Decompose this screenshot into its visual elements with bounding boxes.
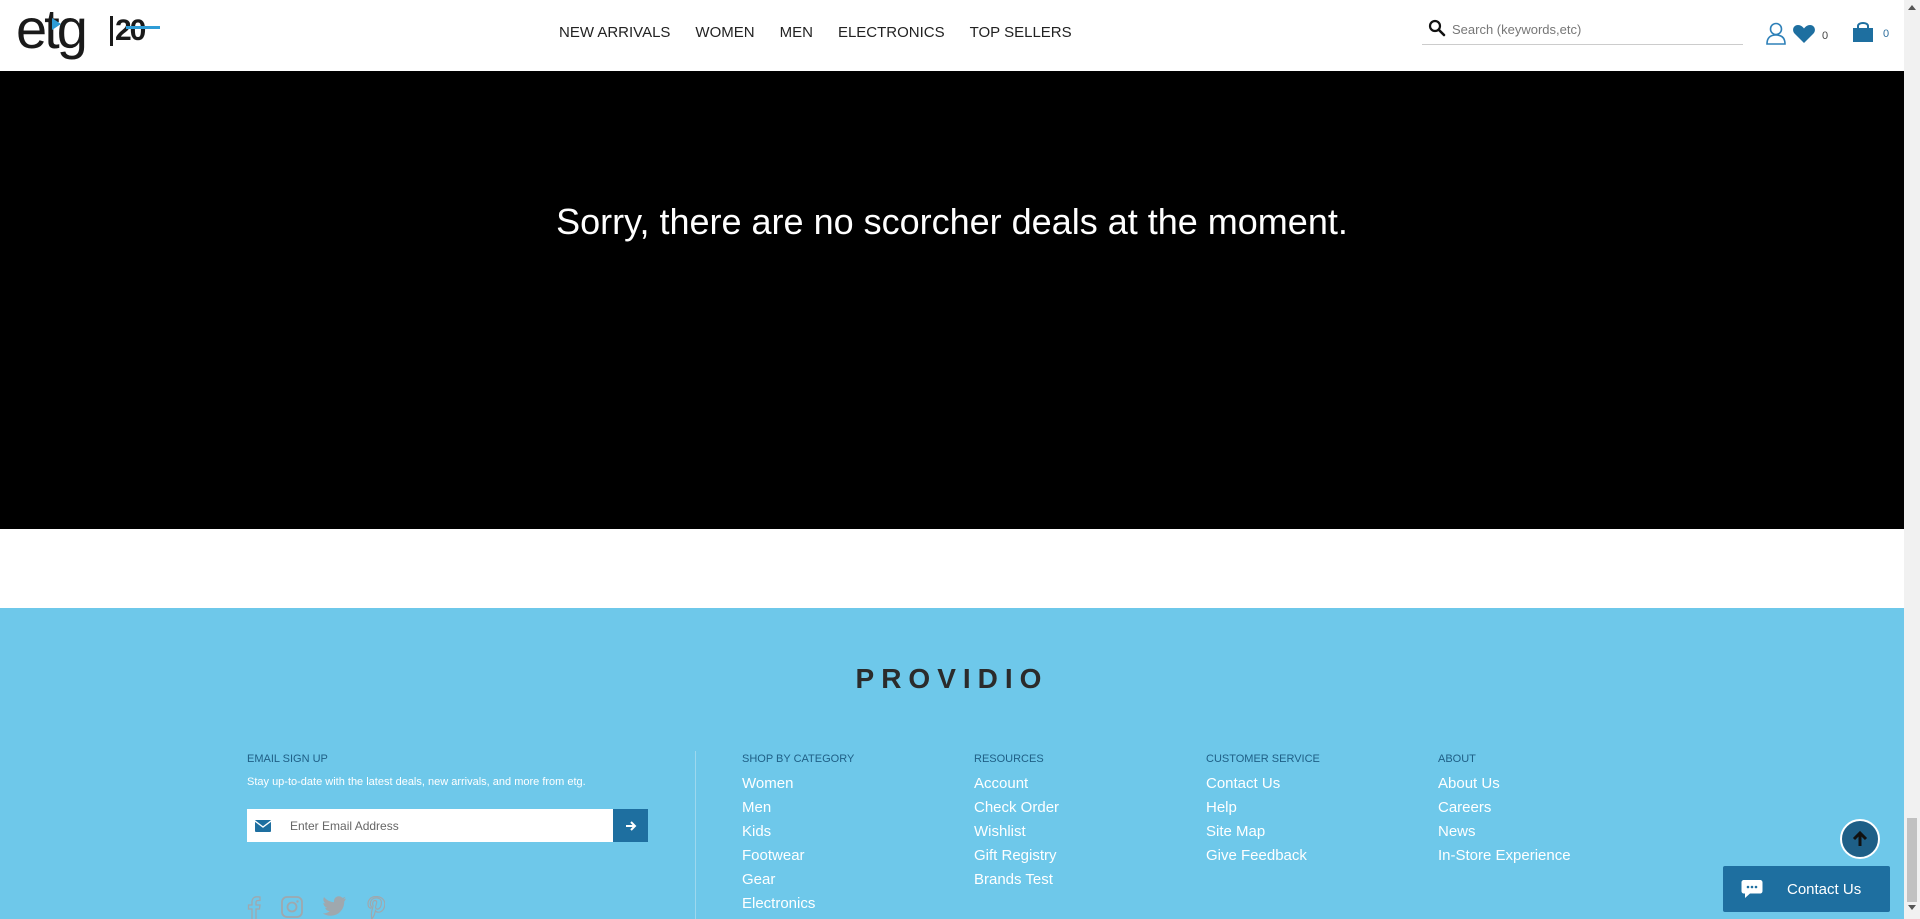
scroll-thumb[interactable]: [1907, 818, 1917, 902]
envelope-icon: [247, 809, 279, 842]
logo-text: etg: [16, 0, 88, 60]
email-input[interactable]: [290, 815, 590, 836]
chat-bubble-icon: [1741, 880, 1763, 898]
about-title: ABOUT: [1438, 753, 1476, 765]
resources-title: RESOURCES: [974, 753, 1044, 765]
footer-divider: [695, 751, 696, 919]
scorcher-deals-banner: Sorry, there are no scorcher deals at th…: [0, 71, 1904, 529]
no-deals-message: Sorry, there are no scorcher deals at th…: [556, 201, 1348, 242]
footer-link-electronics[interactable]: Electronics: [742, 892, 854, 916]
arrow-up-icon: [1852, 830, 1868, 846]
footer-link-women[interactable]: Women: [742, 772, 854, 796]
footer-link-help[interactable]: Help: [1206, 796, 1320, 820]
footer-col-about: ABOUT About Us Careers News In-Store Exp…: [1438, 753, 1571, 868]
footer-link-news[interactable]: News: [1438, 820, 1571, 844]
email-signup-text: Stay up-to-date with the latest deals, n…: [247, 776, 586, 788]
footer-link-about-us[interactable]: About Us: [1438, 772, 1571, 796]
footer-link-give-feedback[interactable]: Give Feedback: [1206, 844, 1320, 868]
footer-col-resources: RESOURCES Account Check Order Wishlist G…: [974, 753, 1059, 892]
pinterest-icon[interactable]: [367, 895, 386, 919]
footer-col-customer-service: CUSTOMER SERVICE Contact Us Help Site Ma…: [1206, 753, 1320, 868]
footer-link-contact-us[interactable]: Contact Us: [1206, 772, 1320, 796]
contact-us-chat-button[interactable]: Contact Us: [1723, 866, 1890, 912]
nav-top-sellers[interactable]: TOP SELLERS: [970, 24, 1072, 41]
customer-service-title: CUSTOMER SERVICE: [1206, 753, 1320, 765]
site-header: etg 20 NEW ARRIVALS WOMEN MEN ELECTRONIC…: [0, 0, 1904, 71]
search-icon[interactable]: [1428, 19, 1446, 37]
search-bar: [1422, 14, 1743, 45]
footer-link-brands-test[interactable]: Brands Test: [974, 868, 1059, 892]
email-signup-form: [247, 809, 648, 842]
back-to-top-button[interactable]: [1840, 819, 1880, 859]
instagram-icon[interactable]: [281, 896, 303, 919]
wishlist-heart-icon[interactable]: [1792, 24, 1816, 44]
footer-link-gift-registry[interactable]: Gift Registry: [974, 844, 1059, 868]
footer-link-wishlist[interactable]: Wishlist: [974, 820, 1059, 844]
logo-underline: [126, 26, 160, 29]
page-scrollbar[interactable]: [1904, 0, 1920, 919]
account-icon[interactable]: [1765, 22, 1787, 46]
shop-by-category-title: SHOP BY CATEGORY: [742, 753, 855, 765]
footer-link-account[interactable]: Account: [974, 772, 1059, 796]
email-submit-button[interactable]: [613, 809, 648, 842]
search-input[interactable]: [1452, 18, 1732, 40]
social-links: [247, 895, 386, 919]
scroll-down-arrow-icon[interactable]: [1908, 905, 1916, 910]
footer-link-check-order[interactable]: Check Order: [974, 796, 1059, 820]
footer-link-kids[interactable]: Kids: [742, 820, 854, 844]
footer-link-careers[interactable]: Careers: [1438, 796, 1571, 820]
nav-men[interactable]: MEN: [780, 24, 813, 41]
arrow-right-icon: [625, 820, 636, 831]
cart-count: 0: [1883, 28, 1890, 40]
footer-link-gear[interactable]: Gear: [742, 868, 854, 892]
nav-women[interactable]: WOMEN: [695, 24, 754, 41]
footer-link-footwear[interactable]: Footwear: [742, 844, 854, 868]
etg-logo[interactable]: etg 20: [16, 0, 160, 66]
scroll-up-arrow-icon[interactable]: [1908, 5, 1916, 10]
twitter-icon[interactable]: [322, 896, 347, 919]
shopping-bag-icon[interactable]: [1851, 20, 1875, 44]
site-footer: PROVIDIO EMAIL SIGN UP Stay up-to-date w…: [0, 608, 1904, 919]
facebook-icon[interactable]: [247, 896, 261, 919]
nav-new-arrivals[interactable]: NEW ARRIVALS: [559, 24, 670, 41]
wishlist-count: 0: [1822, 30, 1829, 42]
main-nav: NEW ARRIVALS WOMEN MEN ELECTRONICS TOP S…: [559, 24, 1072, 41]
footer-link-in-store-experience[interactable]: In-Store Experience: [1438, 844, 1571, 868]
logo-triangle-icon: [52, 18, 61, 30]
logo-badge: 20: [110, 16, 146, 46]
contact-us-label: Contact Us: [1787, 880, 1862, 898]
email-signup-title: EMAIL SIGN UP: [247, 753, 328, 765]
footer-brand: PROVIDIO: [855, 663, 1049, 694]
footer-col-shop: SHOP BY CATEGORY Women Men Kids Footwear…: [742, 753, 854, 916]
footer-link-site-map[interactable]: Site Map: [1206, 820, 1320, 844]
footer-link-men[interactable]: Men: [742, 796, 854, 820]
nav-electronics[interactable]: ELECTRONICS: [838, 24, 945, 41]
